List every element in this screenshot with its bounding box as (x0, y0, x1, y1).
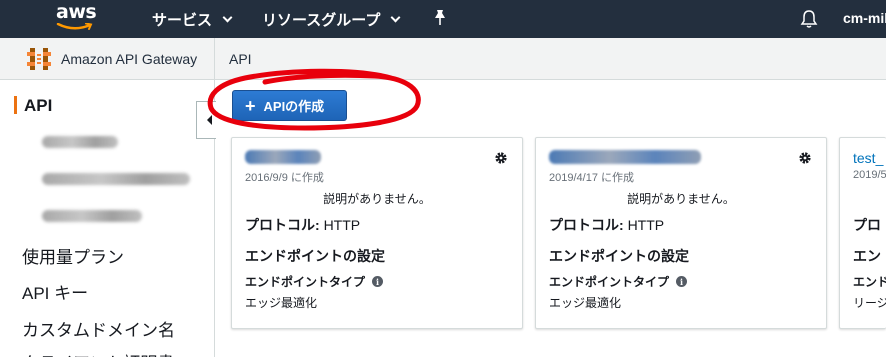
api-card-name-link[interactable] (245, 150, 321, 164)
resource-groups-menu[interactable]: リソースグループ (262, 9, 401, 30)
caret-left-icon (207, 115, 212, 125)
protocol-label: プロトコル: (245, 217, 320, 233)
sidebar-item-custom-domains[interactable]: カスタムドメイン名 (22, 316, 175, 341)
protocol-label: プロトコル: (549, 217, 624, 233)
protocol-value: HTTP (323, 217, 361, 233)
api-card-description: 説明がありません。 (627, 192, 735, 206)
bell-icon[interactable] (800, 9, 818, 29)
endpoint-type-value: エッジ最適化 (245, 296, 318, 310)
sidebar-item-apis[interactable]: API (24, 96, 52, 116)
info-icon[interactable]: i (676, 276, 688, 287)
endpoint-type-label: エンドポイントタイプ i (549, 273, 688, 290)
api-card[interactable]: test_ 2019/5 プロ エン エンド リージ (839, 137, 886, 329)
active-indicator (14, 96, 17, 114)
api-card[interactable]: 2016/9/9 に作成 説明がありません。 プロトコル: HTTP エンドポイ… (231, 137, 523, 329)
protocol-label: プロ (853, 217, 881, 233)
api-card-date: 2016/9/9 に作成 (245, 172, 324, 184)
aws-smile-icon (56, 23, 93, 30)
endpoint-type-label: エンド (853, 273, 886, 290)
service-name-link[interactable]: Amazon API Gateway (61, 51, 197, 67)
pin-icon[interactable] (432, 9, 448, 27)
gear-icon[interactable] (798, 151, 812, 165)
resource-groups-label: リソースグループ (262, 12, 381, 29)
sidebar-item-client-certs[interactable]: クライアント証明書 (22, 349, 174, 357)
breadcrumb: Amazon API Gateway API (0, 38, 886, 80)
endpoint-config-heading: エンドポイントの設定 (549, 248, 689, 264)
protocol-value: HTTP (627, 217, 665, 233)
api-gateway-icon (27, 48, 51, 70)
api-card-description: 説明がありません。 (323, 192, 431, 206)
create-api-label: APIの作成 (263, 99, 325, 114)
create-api-button[interactable]: + APIの作成 (232, 90, 347, 121)
aws-logo-text: aws (56, 1, 97, 23)
top-navigation: aws サービス リソースグループ cm-mik (0, 0, 886, 38)
api-card-date: 2019/5 (853, 169, 886, 181)
api-card-name-link[interactable]: test_ (853, 150, 883, 166)
api-card-protocol: プロトコル: HTTP (245, 215, 360, 235)
endpoint-type-text: エンドポイントタイプ (549, 275, 670, 289)
api-card-protocol: プロトコル: HTTP (549, 215, 664, 235)
endpoint-type-text: エンド (853, 275, 886, 289)
redacted-text (549, 150, 701, 164)
aws-logo[interactable]: aws (56, 1, 100, 35)
breadcrumb-current: API (229, 51, 252, 67)
account-menu[interactable]: cm-mik (843, 10, 886, 26)
sidebar-collapse-toggle[interactable] (196, 101, 216, 139)
sidebar-item-usage-plans[interactable]: 使用量プラン (22, 243, 124, 268)
sidebar-item-api-keys[interactable]: API キー (22, 279, 88, 304)
api-card[interactable]: 2019/4/17 に作成 説明がありません。 プロトコル: HTTP エンドポ… (535, 137, 827, 329)
endpoint-type-value: リージ (853, 296, 886, 310)
endpoint-config-heading: エンドポイントの設定 (245, 248, 385, 264)
redacted-text (42, 173, 190, 185)
info-icon[interactable]: i (372, 276, 384, 287)
api-card-date: 2019/4/17 に作成 (549, 172, 634, 184)
endpoint-type-value: エッジ最適化 (549, 296, 622, 310)
endpoint-type-label: エンドポイントタイプ i (245, 273, 384, 290)
breadcrumb-divider (214, 38, 215, 80)
services-menu[interactable]: サービス (152, 9, 233, 30)
sidebar-api-item[interactable] (42, 136, 118, 148)
plus-icon: + (245, 95, 256, 116)
redacted-text (42, 136, 118, 148)
sidebar: API 使用量プラン API キー カスタムドメイン名 クライアント証明書 (0, 80, 215, 357)
gear-icon[interactable] (494, 151, 508, 165)
sidebar-api-item[interactable] (42, 173, 190, 185)
endpoint-type-text: エンドポイントタイプ (245, 275, 366, 289)
chevron-down-icon (390, 12, 401, 23)
chevron-down-icon (222, 12, 233, 23)
redacted-text (42, 210, 142, 222)
sidebar-api-item[interactable] (42, 210, 142, 222)
api-card-protocol: プロ (853, 215, 881, 235)
redacted-text (245, 150, 321, 164)
api-card-name-link[interactable] (549, 150, 701, 164)
endpoint-config-heading: エン (853, 248, 881, 264)
services-label: サービス (152, 12, 213, 29)
